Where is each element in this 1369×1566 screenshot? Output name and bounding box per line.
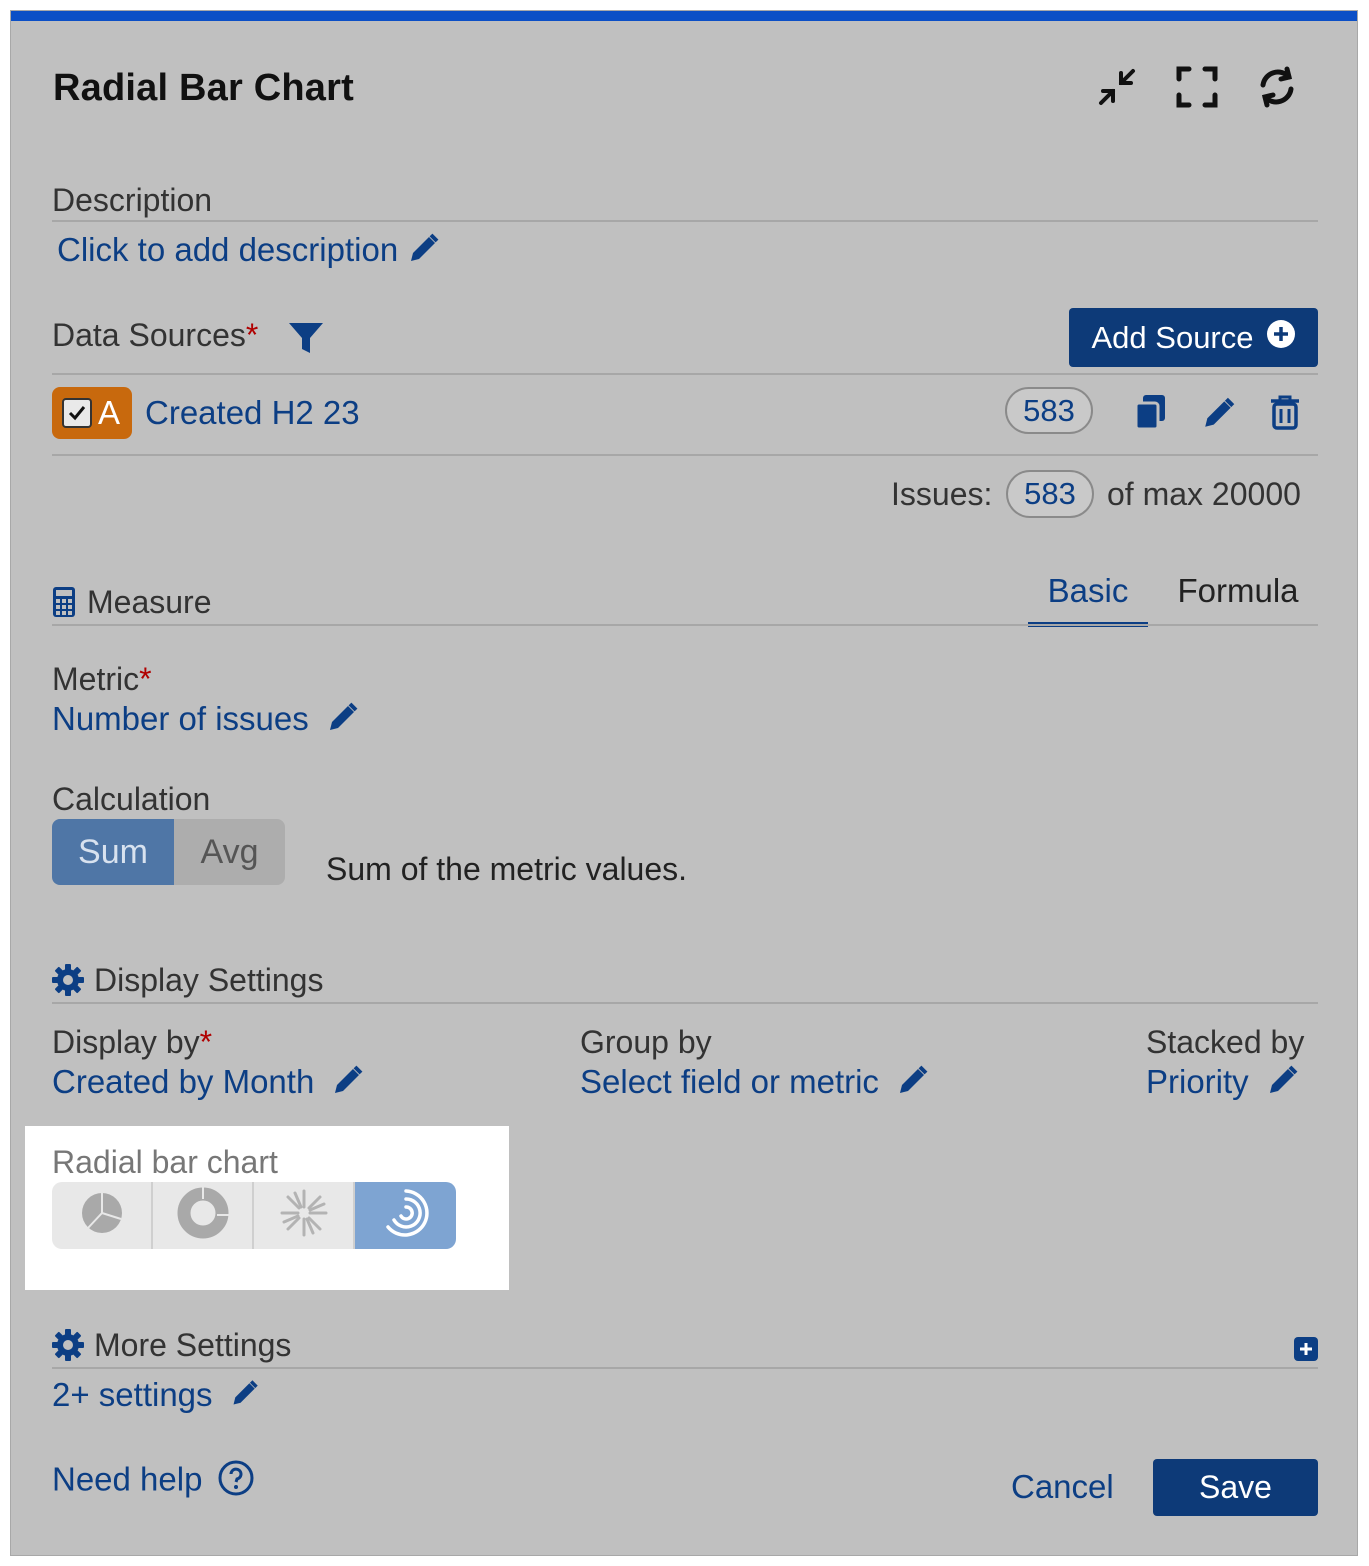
display-settings-label: Display Settings: [94, 962, 324, 998]
trash-icon[interactable]: [1269, 394, 1301, 435]
group-by-label: Group by: [580, 1024, 712, 1060]
starburst-icon: [278, 1187, 330, 1244]
copy-icon[interactable]: [1133, 393, 1169, 436]
stacked-by-link[interactable]: Priority: [1146, 1063, 1300, 1105]
starburst-chart-option[interactable]: [254, 1182, 355, 1249]
calc-description: Sum of the metric values.: [326, 851, 688, 887]
expand-plus-icon[interactable]: [1294, 1337, 1318, 1366]
edit-source-icon[interactable]: [1201, 395, 1237, 436]
dialog-top-accent: [11, 11, 1357, 21]
source-count-badge: 583: [1005, 387, 1093, 434]
display-by-label: Display by*: [52, 1024, 212, 1061]
calculator-icon: [52, 586, 76, 623]
source-badge[interactable]: A: [52, 387, 132, 439]
metric-label: Metric*: [52, 661, 152, 698]
tab-basic[interactable]: Basic: [1028, 572, 1148, 627]
need-help-text[interactable]: Need help: [52, 1461, 202, 1498]
tab-formula[interactable]: Formula: [1158, 572, 1318, 627]
pie-icon: [80, 1191, 124, 1240]
divider: [52, 624, 1318, 626]
display-by-text: Display by: [52, 1024, 200, 1060]
group-by-value[interactable]: Select field or metric: [580, 1063, 879, 1100]
need-help-link[interactable]: Need help: [52, 1460, 254, 1504]
pie-chart-option[interactable]: [52, 1182, 153, 1249]
refresh-icon[interactable]: [1253, 63, 1301, 111]
radial-bar-icon: [380, 1187, 432, 1244]
measure-label: Measure: [87, 584, 212, 620]
pencil-icon: [326, 700, 360, 742]
question-circle-icon: [218, 1460, 254, 1504]
collapse-icon[interactable]: [1093, 63, 1141, 111]
divider: [52, 454, 1318, 456]
metric-value[interactable]: Number of issues: [52, 700, 309, 737]
chart-type-label: Radial bar chart: [52, 1144, 278, 1180]
calc-sum-option[interactable]: Sum: [52, 819, 174, 885]
add-source-button[interactable]: Add Source: [1069, 308, 1318, 367]
add-source-label: Add Source: [1091, 319, 1254, 355]
description-label: Description: [52, 182, 213, 218]
chart-type-selector: [52, 1182, 456, 1249]
divider: [52, 220, 1318, 222]
pencil-icon: [1266, 1063, 1300, 1105]
metric-label-text: Metric: [52, 661, 140, 697]
required-mark: *: [199, 1024, 213, 1060]
donut-icon: [177, 1187, 229, 1244]
required-mark: *: [245, 317, 259, 353]
issues-label: Issues:: [891, 476, 993, 512]
source-letter: A: [98, 394, 121, 431]
more-settings-link[interactable]: 2+ settings: [52, 1376, 260, 1416]
pencil-icon: [230, 1378, 260, 1416]
metric-value-link[interactable]: Number of issues: [52, 700, 360, 742]
dialog-title: Radial Bar Chart: [53, 67, 354, 109]
stacked-by-label: Stacked by: [1146, 1024, 1305, 1060]
plus-circle-icon: [1266, 319, 1296, 357]
fullscreen-icon[interactable]: [1173, 63, 1221, 111]
calculation-label: Calculation: [52, 781, 211, 817]
data-sources-label: Data Sources*: [52, 317, 258, 354]
display-by-value[interactable]: Created by Month: [52, 1063, 314, 1100]
divider: [52, 1002, 1318, 1004]
pencil-icon: [896, 1063, 930, 1105]
display-by-link[interactable]: Created by Month: [52, 1063, 365, 1105]
calc-avg-option[interactable]: Avg: [174, 819, 285, 885]
issues-count-badge: 583: [1006, 470, 1094, 518]
source-name[interactable]: Created H2 23: [145, 394, 360, 432]
filter-icon[interactable]: [287, 321, 325, 360]
stacked-by-value[interactable]: Priority: [1146, 1063, 1249, 1100]
radial-bar-chart-dialog: Radial Bar Chart Description Click to ad…: [10, 10, 1358, 1556]
issues-max-text: of max 20000: [1107, 476, 1301, 512]
pencil-icon: [407, 231, 441, 273]
radial-bar-chart-option[interactable]: [355, 1182, 456, 1249]
save-button[interactable]: Save: [1153, 1459, 1318, 1516]
gear-icon: [52, 1329, 84, 1366]
more-settings-label: More Settings: [94, 1327, 292, 1363]
donut-chart-option[interactable]: [153, 1182, 254, 1249]
group-by-link[interactable]: Select field or metric: [580, 1063, 930, 1105]
divider: [52, 373, 1318, 375]
pencil-icon: [331, 1063, 365, 1105]
gear-icon: [52, 964, 84, 1001]
add-description-text[interactable]: Click to add description: [57, 231, 398, 268]
divider: [52, 1367, 1318, 1369]
more-settings-value[interactable]: 2+ settings: [52, 1376, 213, 1413]
add-description-link[interactable]: Click to add description: [57, 231, 441, 273]
data-sources-text: Data Sources: [52, 317, 246, 353]
required-mark: *: [139, 661, 152, 697]
checkbox-checked-icon[interactable]: [62, 398, 92, 428]
cancel-button[interactable]: Cancel: [1011, 1468, 1114, 1506]
